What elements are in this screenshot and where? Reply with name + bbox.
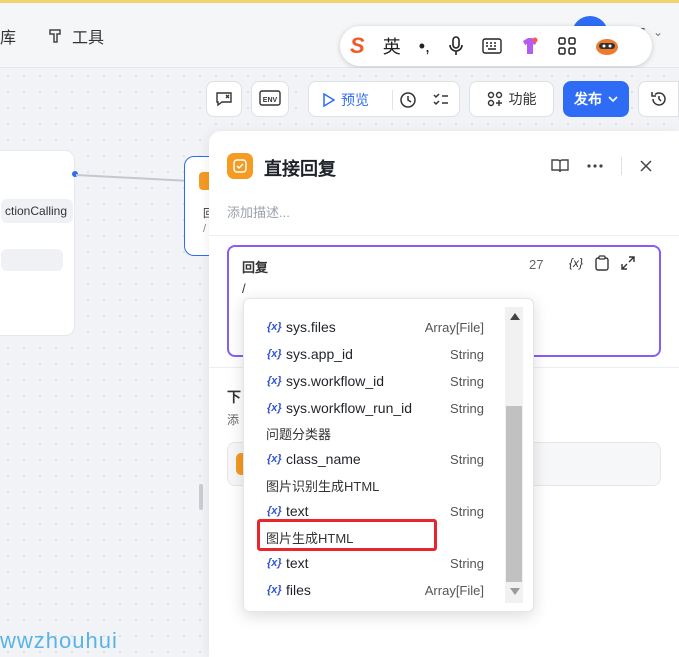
scroll-down-arrow-icon[interactable] [510,588,520,595]
sogou-logo-icon[interactable]: S [350,33,365,59]
chevron-down-icon[interactable]: ⌄ [653,25,663,39]
variable-icon: {x} [267,402,282,414]
reply-actions: {x} [569,255,635,271]
variable-group-label: 问题分类器 [266,427,332,442]
variable-icon: {x} [267,557,282,569]
reply-node-icon [227,153,253,179]
microphone-icon[interactable] [448,36,464,56]
ime-toolbar: S 英 •, [340,26,652,66]
variable-icon: {x} [267,453,282,465]
function-label: 功能 [508,91,537,107]
reply-char-count: 27 [529,257,544,272]
variable-name: text [286,503,309,519]
hammer-icon [49,29,61,43]
run-history-icon[interactable] [399,91,417,109]
variable-name: sys.app_id [286,346,353,362]
preview-button[interactable]: 预览 [323,90,369,110]
variable-type: String [450,346,484,362]
scrollbar-thumb[interactable] [506,406,522,582]
keyboard-icon[interactable] [482,38,502,54]
variable-name: text [286,555,309,571]
variable-option[interactable]: {x} class_name String [244,448,506,470]
variable-name: sys.workflow_id [286,373,385,389]
variable-picker-dropdown: {x} sys.files Array[File] {x} sys.app_id… [243,298,534,612]
checklist-button[interactable] [206,81,242,117]
variable-option[interactable]: {x} sys.files Array[File] [244,316,506,338]
variable-icon: {x} [267,584,282,596]
variable-name: sys.workflow_run_id [286,400,413,416]
panel-header-actions [551,157,652,175]
tab-library[interactable]: 库 [0,24,16,48]
variable-option[interactable]: {x} sys.workflow_run_id String [244,397,506,419]
node-mid-sub: / [203,223,207,235]
insert-variable-icon[interactable]: {x} [569,256,583,270]
variable-type: Array[File] [424,582,484,598]
history-icon [650,92,666,106]
publish-label: 发布 [574,91,602,107]
variable-icon: {x} [267,375,282,387]
next-step-desc: 添 [227,413,240,427]
variable-name: files [286,582,311,598]
variable-type: String [450,400,484,416]
reply-label: 回复 [242,260,269,275]
variable-name: sys.files [286,319,336,335]
variable-type: String [450,451,484,467]
env-label: ENV [263,97,278,104]
tab-tools-label: 工具 [72,30,105,47]
header-divider [621,157,622,175]
top-accent-line [0,0,679,3]
history-button[interactable] [638,81,679,117]
node-placeholder-bar [1,249,63,271]
description-input[interactable]: 添加描述... [227,202,290,221]
preview-label: 预览 [341,92,369,108]
publish-button[interactable]: 发布 [563,81,629,117]
expand-icon[interactable] [621,256,635,270]
node-chip-function-calling: ctionCalling [1,199,74,223]
mascot-icon[interactable] [594,35,620,57]
variable-option[interactable]: {x} sys.app_id String [244,343,506,365]
variable-option[interactable]: {x} files Array[File] [244,579,506,601]
watermark: wwzhouhui [0,628,118,653]
variable-option[interactable]: {x} text String [244,552,506,574]
variable-name: class_name [286,451,361,467]
play-icon [323,93,335,107]
tab-tools[interactable]: 工具 [48,24,104,48]
resize-grip[interactable] [199,484,203,510]
annotation-highlight-box [257,519,437,551]
variable-option[interactable]: {x} sys.workflow_id String [244,370,506,392]
next-step-title: 下 [227,389,241,405]
reply-text[interactable]: / [242,281,246,296]
clipboard-icon[interactable] [595,255,609,271]
skin-shirt-icon[interactable] [520,37,540,55]
panel-divider [209,235,679,236]
variable-type: Array[File] [424,319,484,335]
env-button[interactable]: ENV [251,81,289,117]
ime-punct-toggle[interactable]: •, [419,36,430,57]
function-button[interactable]: 功能 [469,81,554,117]
apps-plus-icon [487,91,502,107]
chevron-down-icon [608,96,618,103]
more-icon[interactable] [587,164,603,168]
panel-title[interactable]: 直接回复 [264,155,336,181]
grid-apps-icon[interactable] [558,37,576,55]
variable-icon: {x} [267,321,282,333]
env-icon: ENV [259,90,281,106]
variable-type: String [450,503,484,519]
close-icon[interactable] [640,160,652,172]
variable-type: String [450,373,484,389]
variable-icon: {x} [267,348,282,360]
chat-check-icon [216,92,232,107]
scroll-up-arrow-icon[interactable] [510,313,520,320]
preview-group: 预览 [308,81,460,117]
variable-type: String [450,555,484,571]
workflow-node-function-calling[interactable]: ctionCalling [0,150,78,336]
variable-group-label: 图片识别生成HTML [266,479,380,494]
variable-icon: {x} [267,505,282,517]
book-icon[interactable] [551,158,569,174]
checklist-icon[interactable] [432,91,450,109]
ime-lang-toggle[interactable]: 英 [383,33,401,59]
preview-divider [392,90,393,110]
